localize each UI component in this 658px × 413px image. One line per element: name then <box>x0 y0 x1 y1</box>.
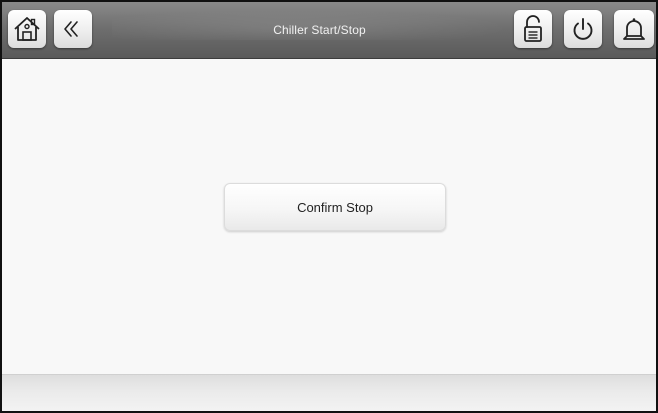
alarm-button[interactable] <box>614 10 654 48</box>
double-chevron-left-icon <box>58 14 88 44</box>
home-icon <box>12 14 42 44</box>
app-window: Chiller Start/Stop Confirm Stop <box>0 0 658 413</box>
footer-bar <box>2 374 656 411</box>
home-button[interactable] <box>8 10 46 48</box>
main-content: Confirm Stop <box>2 59 656 374</box>
header-bar: Chiller Start/Stop <box>2 2 656 59</box>
bell-icon <box>619 14 649 44</box>
power-icon <box>568 14 598 44</box>
page-title: Chiller Start/Stop <box>273 23 366 37</box>
lock-button[interactable] <box>514 10 552 48</box>
unlocked-padlock-icon <box>518 14 548 44</box>
back-button[interactable] <box>54 10 92 48</box>
power-button[interactable] <box>564 10 602 48</box>
confirm-stop-button[interactable]: Confirm Stop <box>224 183 446 231</box>
